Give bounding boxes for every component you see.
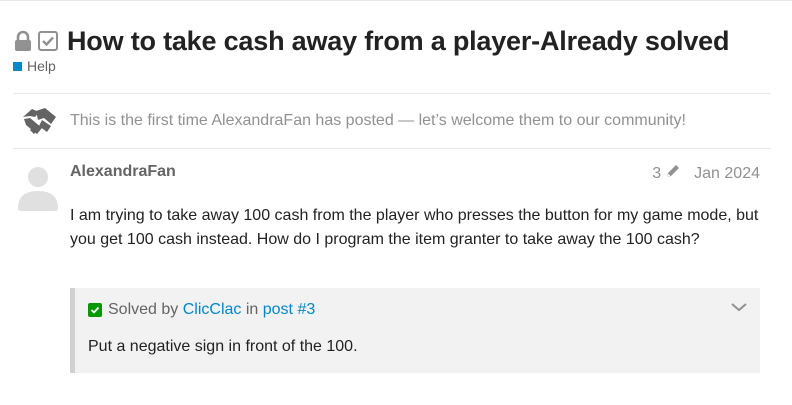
edit-history-button[interactable]: 3 xyxy=(652,163,681,184)
check-icon xyxy=(88,303,102,317)
welcome-text: This is the first time AlexandraFan has … xyxy=(70,112,686,129)
solved-by-label: Solved by xyxy=(108,301,179,318)
pencil-icon xyxy=(665,163,681,184)
category-label: Help xyxy=(27,58,56,74)
lock-icon xyxy=(13,30,33,52)
solution-header: Solved by ClicClac in post #3 xyxy=(88,301,315,319)
post-meta: 3 Jan 2024 xyxy=(652,163,760,184)
avatar[interactable] xyxy=(17,166,59,211)
category-badge-help[interactable]: Help xyxy=(13,58,56,74)
solution-author-link[interactable]: ClicClac xyxy=(183,301,242,319)
handshake-icon xyxy=(15,104,65,138)
accepted-solution-quote: Solved by ClicClac in post #3 Put a nega… xyxy=(70,288,760,373)
post-username[interactable]: AlexandraFan xyxy=(70,163,176,181)
edit-count: 3 xyxy=(652,164,662,182)
checkbox-icon xyxy=(37,30,59,52)
post-date[interactable]: Jan 2024 xyxy=(694,165,760,183)
in-label: in xyxy=(245,301,259,318)
solution-text: Put a negative sign in front of the 100. xyxy=(88,338,358,355)
first-post-notice: This is the first time AlexandraFan has … xyxy=(13,94,771,148)
topic-title-row: How to take cash away from a player-Alre… xyxy=(13,22,729,60)
chevron-down-icon[interactable] xyxy=(730,300,748,318)
post-body: I am trying to take away 100 cash from t… xyxy=(70,207,759,248)
solution-post-link[interactable]: post #3 xyxy=(263,301,315,319)
page-title: How to take cash away from a player-Alre… xyxy=(67,25,730,56)
category-color-swatch xyxy=(13,61,22,71)
top-divider xyxy=(0,0,792,1)
divider xyxy=(13,148,771,149)
